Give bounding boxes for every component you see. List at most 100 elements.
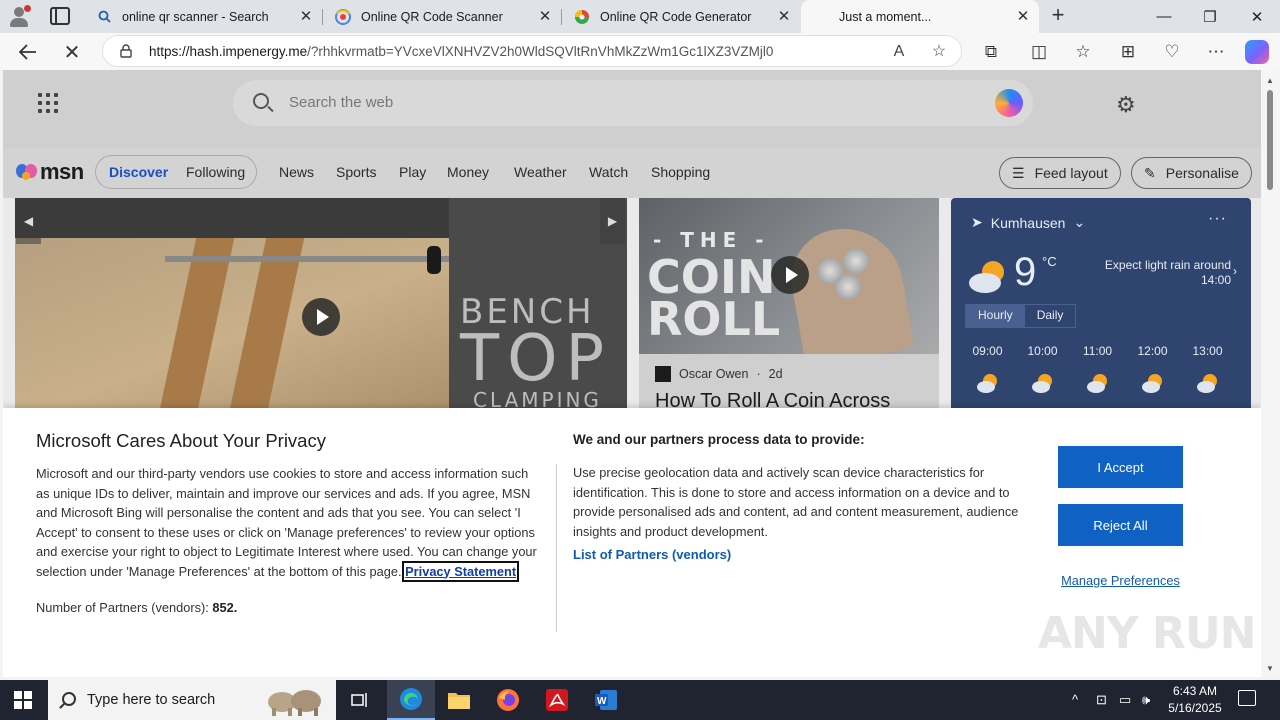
settings-gear-icon[interactable]: ⚙ (1116, 92, 1136, 118)
browser-toolbar: ✕ https://hash.impenergy.me/?rhhkvrmatb=… (0, 33, 1280, 70)
copilot-icon[interactable] (1245, 40, 1269, 64)
nav-link-sports[interactable]: Sports (336, 164, 376, 180)
tab-daily[interactable]: Daily (1025, 305, 1076, 327)
chevron-right-icon[interactable]: › (1233, 264, 1237, 278)
scroll-up-arrow-icon[interactable]: ▲ (1266, 76, 1274, 85)
collections-icon[interactable]: ⊞ (1116, 40, 1140, 64)
profile-icon[interactable] (6, 4, 32, 28)
back-arrow-icon (19, 44, 36, 60)
apps-grid-icon[interactable] (38, 93, 58, 113)
network-icon[interactable]: ▭ (1119, 692, 1131, 708)
privacy-statement-link[interactable]: Privacy Statement (402, 560, 520, 582)
hour-label: 09:00 (972, 344, 1003, 358)
chevron-down-icon: ⌄ (1073, 214, 1086, 230)
feed-layout-button[interactable]: ☰ Feed layout (999, 157, 1121, 189)
favorites-icon[interactable]: ☆ (1071, 40, 1095, 64)
tab-actions-icon[interactable] (50, 7, 70, 25)
tab-search[interactable]: online qr scanner - Search ✕ (84, 0, 322, 33)
page-scrollbar[interactable]: ▲ ▼ (1261, 70, 1280, 677)
manage-preferences-link[interactable]: Manage Preferences (1058, 573, 1183, 588)
partly-cloudy-icon (1141, 374, 1162, 393)
msn-logo-text: msn (40, 159, 84, 184)
close-icon[interactable]: ✕ (1015, 8, 1031, 25)
msn-logo[interactable]: msn (16, 159, 84, 185)
clock-time: 6:43 AM (1172, 684, 1218, 698)
tab-just-a-moment[interactable]: Just a moment... ✕ (801, 0, 1039, 33)
more-options-icon[interactable]: ··· (1208, 210, 1227, 228)
browser-essentials-icon[interactable]: ♡ (1160, 40, 1184, 64)
scroll-thumb[interactable] (1267, 90, 1273, 190)
hour-item[interactable]: 13:00 (1191, 344, 1224, 394)
weather-location[interactable]: ➤ Kumhausen ⌄ (971, 214, 1085, 231)
nav-link-news[interactable]: News (279, 164, 314, 180)
partners-number: 852. (212, 600, 238, 615)
carousel-prev-button[interactable]: ◀ (16, 198, 41, 244)
close-icon[interactable]: ✕ (298, 8, 314, 25)
address-bar[interactable]: https://hash.impenergy.me/?rhhkvrmatb=YV… (102, 35, 962, 67)
copilot-search-icon[interactable] (995, 89, 1023, 117)
web-search-box[interactable]: Search the web (233, 80, 1033, 126)
tab-discover[interactable]: Discover (109, 164, 168, 180)
notification-center-icon[interactable] (1238, 690, 1256, 706)
task-view-button[interactable] (336, 680, 384, 720)
search-icon (62, 692, 76, 706)
forecast-summary[interactable]: Expect light rain around 14:00 (1071, 258, 1231, 288)
taskbar-file-explorer[interactable] (435, 680, 483, 720)
sliders-icon: ☰ (1012, 164, 1025, 181)
taskbar-edge[interactable] (387, 680, 435, 720)
hour-item[interactable]: 09:00 (971, 344, 1004, 394)
extensions-icon[interactable]: ⧉ (979, 40, 1003, 64)
tab-hourly[interactable]: Hourly (966, 305, 1025, 327)
scroll-down-arrow-icon[interactable]: ▼ (1266, 664, 1274, 673)
stop-loading-button[interactable]: ✕ (58, 38, 86, 66)
back-button[interactable] (14, 38, 42, 66)
nav-link-play[interactable]: Play (399, 164, 426, 180)
taskbar-search-box[interactable]: Type here to search (48, 680, 336, 720)
nav-link-watch[interactable]: Watch (589, 164, 628, 180)
tab-qr-generator[interactable]: Online QR Code Generator ✕ (562, 0, 800, 33)
more-menu-icon[interactable]: ⋯ (1204, 40, 1228, 64)
meet-now-icon[interactable]: ⊡ (1096, 692, 1107, 708)
favorite-star-icon[interactable]: ☆ (929, 42, 949, 62)
system-clock[interactable]: 6:43 AM 5/16/2025 (1160, 683, 1230, 717)
tab-strip: online qr scanner - Search ✕ Online QR C… (0, 0, 1280, 33)
hero-video-card[interactable]: BENCH TOP CLAMPING (15, 198, 627, 418)
carousel-next-button[interactable]: ▶ (600, 198, 625, 244)
split-screen-icon[interactable]: ◫ (1027, 40, 1051, 64)
accept-button[interactable]: I Accept (1058, 446, 1183, 488)
hour-item[interactable]: 11:00 (1081, 344, 1114, 394)
tab-following[interactable]: Following (186, 164, 245, 180)
reject-all-button[interactable]: Reject All (1058, 504, 1183, 546)
restore-button[interactable]: ❐ (1187, 0, 1233, 33)
forecast-line: Expect light rain around (1104, 258, 1231, 272)
play-icon[interactable] (302, 298, 340, 336)
hour-item[interactable]: 12:00 (1136, 344, 1169, 394)
nav-link-money[interactable]: Money (447, 164, 489, 180)
nav-link-shopping[interactable]: Shopping (651, 164, 710, 180)
acrobat-icon (546, 689, 568, 711)
url-text[interactable]: https://hash.impenergy.me/?rhhkvrmatb=YV… (149, 44, 773, 59)
taskbar-firefox[interactable] (484, 680, 532, 720)
close-window-button[interactable]: ✕ (1234, 0, 1280, 33)
taskbar-word[interactable]: W (582, 680, 630, 720)
close-icon[interactable]: ✕ (537, 8, 553, 25)
temperature-unit[interactable]: °C (1042, 254, 1057, 269)
partly-cloudy-icon (976, 374, 997, 393)
tray-overflow-icon[interactable]: ^ (1072, 692, 1078, 707)
article-age: 2d (768, 367, 783, 381)
play-icon[interactable] (771, 256, 809, 294)
volume-icon[interactable]: 🕪 (1142, 692, 1150, 708)
read-aloud-icon[interactable]: A (889, 42, 909, 62)
task-view-icon (351, 693, 367, 707)
new-tab-button[interactable]: + (1046, 4, 1070, 28)
tab-qr-scanner[interactable]: Online QR Code Scanner ✕ (323, 0, 561, 33)
hour-item[interactable]: 10:00 (1026, 344, 1059, 394)
minimize-button[interactable]: — (1141, 0, 1187, 33)
list-of-partners-link[interactable]: List of Partners (vendors) (573, 547, 731, 562)
taskbar-acrobat[interactable] (533, 680, 581, 720)
close-icon[interactable]: ✕ (776, 8, 792, 25)
lock-icon[interactable] (119, 44, 133, 58)
windows-start-icon[interactable] (14, 691, 32, 709)
nav-link-weather[interactable]: Weather (514, 164, 567, 180)
personalise-button[interactable]: ✎ Personalise (1131, 157, 1252, 189)
